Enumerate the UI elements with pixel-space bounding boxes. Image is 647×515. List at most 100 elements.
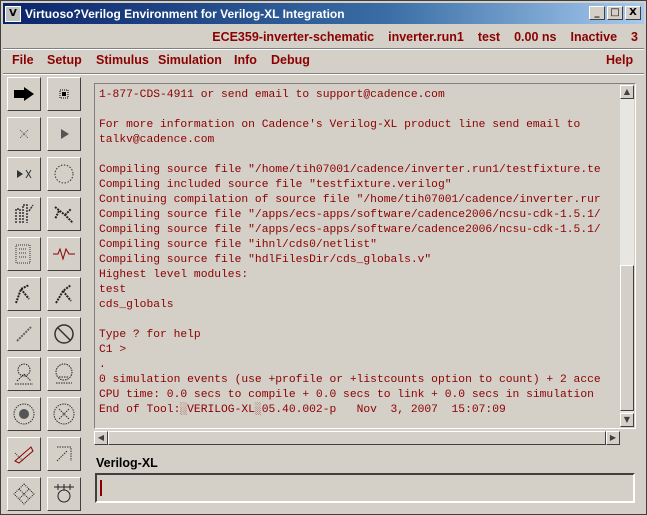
stop-simulation-icon: [59, 89, 69, 99]
status-design: ECE359-inverter-schematic: [212, 30, 375, 44]
pause-button[interactable]: [7, 117, 41, 151]
console-line: Compiling included source file "testfixt…: [99, 179, 452, 191]
maximize-button[interactable]: □: [607, 6, 623, 20]
menu-setup[interactable]: Setup: [47, 53, 82, 67]
target-clear-icon: [53, 403, 75, 425]
command-label: Verilog-XL: [96, 456, 158, 470]
console-line: Compiling source file "/home/tih07001/ca…: [99, 164, 601, 176]
menu-debug[interactable]: Debug: [271, 53, 310, 67]
scroll-thumb[interactable]: [620, 265, 634, 411]
net-select-icon: [15, 284, 30, 304]
step-icon: [17, 169, 32, 179]
scroll-left-arrow[interactable]: ◀: [94, 431, 108, 445]
horizontal-scrollbar[interactable]: ◀ ▶: [94, 431, 620, 445]
pause-icon: [19, 129, 29, 139]
console-line: 1-877-CDS-4911 or send email to support@…: [99, 89, 445, 101]
window-title: Virtuoso?Verilog Environment for Verilog…: [25, 6, 345, 21]
target-button[interactable]: [7, 397, 41, 431]
console-line: .: [99, 359, 106, 371]
console-line: 0 simulation events (use +profile or +li…: [99, 374, 601, 386]
target-clear-button[interactable]: [47, 397, 81, 431]
console-line: talkv@cadence.com: [99, 134, 215, 146]
edit-alt-icon: [56, 446, 72, 462]
verilog-environment-window: V Virtuoso?Verilog Environment for Veril…: [0, 0, 647, 515]
close-button[interactable]: X: [625, 6, 641, 20]
status-testbench: test: [477, 30, 501, 44]
stop-simulation-button[interactable]: [47, 77, 81, 111]
clear-probe-button[interactable]: [47, 317, 81, 351]
horizontal-scroll-thumb[interactable]: [108, 431, 606, 445]
grid-button[interactable]: [7, 477, 41, 511]
divider: [3, 48, 644, 50]
probe-button[interactable]: [7, 197, 41, 231]
app-icon: V: [5, 5, 21, 22]
edit-icon: [14, 446, 34, 464]
minimize-button[interactable]: _: [589, 6, 605, 20]
run-simulation-button[interactable]: [7, 77, 41, 111]
probe-icon: [15, 204, 34, 223]
console-line: Compiling source file "/apps/ecs-apps/so…: [99, 224, 601, 236]
console-line: End of Tool:░VERILOG-XL░05.40.002-p Nov …: [99, 404, 506, 416]
console-text: 1-877-CDS-4911 or send email to support@…: [99, 88, 619, 424]
schematic-icon: [15, 244, 31, 264]
run-simulation-icon: [14, 87, 34, 101]
console-line: Compiling source file "hdlFilesDir/cds_g…: [99, 254, 432, 266]
netlist-button[interactable]: [47, 477, 81, 511]
edit-button[interactable]: [7, 437, 41, 471]
clear-probe-icon: [54, 324, 74, 344]
console-line: For more information on Cadence's Verilo…: [99, 119, 581, 131]
net-deselect-button[interactable]: [47, 277, 81, 311]
divider: [3, 73, 644, 75]
hierarchy-button[interactable]: [7, 357, 41, 391]
menu-help[interactable]: Help: [606, 53, 633, 67]
console-line: Compiling source file "ihnl/cds0/netlist…: [99, 239, 377, 251]
continue-button[interactable]: [47, 117, 81, 151]
net-select-button[interactable]: [7, 277, 41, 311]
menu-simulation[interactable]: Simulation: [158, 53, 222, 67]
console-line: cds_globals: [99, 299, 174, 311]
tool-palette: [5, 77, 85, 512]
trace-icon: [54, 206, 74, 224]
console-line: Compiling source file "/apps/ecs-apps/so…: [99, 209, 601, 221]
menu-info[interactable]: Info: [234, 53, 257, 67]
reset-button[interactable]: [47, 157, 81, 191]
hierarchy-icon: [15, 363, 33, 385]
wire-icon: [16, 326, 32, 342]
hierarchy-alt-button[interactable]: [47, 357, 81, 391]
console-line: Type ? for help: [99, 329, 201, 341]
wire-button[interactable]: [7, 317, 41, 351]
grid-icon: [13, 483, 35, 505]
menu-bar: File Setup Stimulus Simulation Info Debu…: [3, 51, 644, 71]
status-count: 3: [631, 30, 638, 44]
console-line: Highest level modules:: [99, 269, 249, 281]
scroll-down-arrow[interactable]: ▼: [620, 413, 634, 427]
menu-file[interactable]: File: [12, 53, 34, 67]
vertical-scrollbar[interactable]: ▲ ▼: [620, 85, 634, 427]
menu-stimulus[interactable]: Stimulus: [96, 53, 149, 67]
status-state: Inactive: [570, 30, 618, 44]
console-line: CPU time: 0.0 secs to compile + 0.0 secs…: [99, 389, 594, 401]
reset-icon: [54, 164, 74, 184]
console-output[interactable]: 1-877-CDS-4911 or send email to support@…: [94, 83, 636, 429]
scroll-up-arrow[interactable]: ▲: [620, 85, 634, 99]
title-bar: V Virtuoso?Verilog Environment for Veril…: [3, 3, 644, 24]
console-line: test: [99, 284, 127, 296]
schematic-button[interactable]: [7, 237, 41, 271]
waveform-button[interactable]: [47, 237, 81, 271]
console-line: Continuing compilation of source file "/…: [99, 194, 601, 206]
command-input[interactable]: [95, 473, 635, 503]
step-button[interactable]: [7, 157, 41, 191]
trace-button[interactable]: [47, 197, 81, 231]
status-time: 0.00 ns: [514, 30, 557, 44]
net-deselect-icon: [55, 284, 72, 304]
status-line: ECE359-inverter-schematic inverter.run1 …: [3, 27, 644, 47]
target-icon: [13, 403, 35, 425]
netlist-icon: [54, 484, 74, 503]
edit-alt-button[interactable]: [47, 437, 81, 471]
text-caret: [100, 480, 102, 496]
scroll-right-arrow[interactable]: ▶: [606, 431, 620, 445]
waveform-icon: [53, 247, 75, 261]
